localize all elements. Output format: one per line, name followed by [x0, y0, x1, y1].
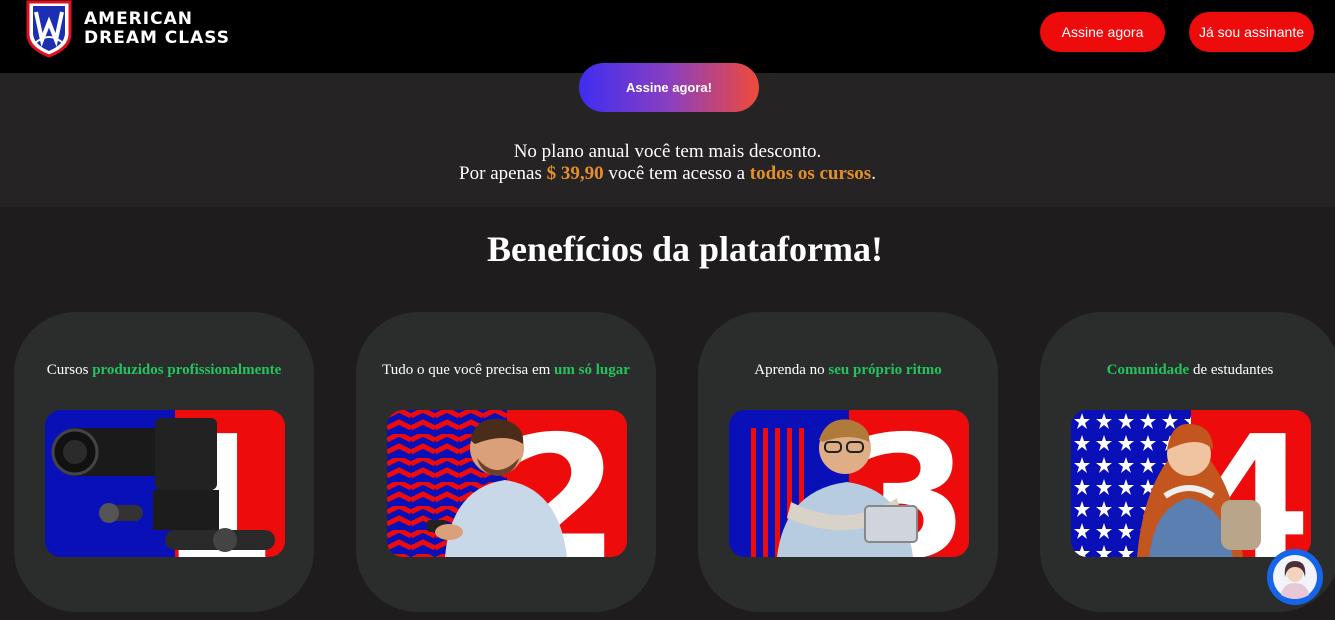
offer-all-courses: todos os cursos: [749, 163, 872, 184]
benefit-card-3: Aprenda no seu próprio ritmo 3: [698, 312, 998, 612]
benefit-card-image-tablet-man: 3: [729, 410, 969, 557]
offer-price: $ 39,90: [546, 163, 604, 184]
subscribe-cta-button[interactable]: Assine agora!: [579, 63, 759, 112]
brand-name: AMERICAN DREAM CLASS: [84, 10, 230, 48]
brand-logo[interactable]: AMERICAN DREAM CLASS: [26, 0, 236, 60]
benefit-card-title-highlight: um só lugar: [554, 362, 630, 378]
offer-line-2: Por apenas $ 39,90 você tem acesso a tod…: [0, 163, 1335, 185]
shield-icon: [26, 0, 72, 58]
benefit-card-image-camera: 1: [45, 410, 285, 557]
benefit-card-title: Cursos produzidos profissionalmente: [14, 362, 314, 379]
benefit-card-title-post: de estudantes: [1189, 362, 1274, 378]
benefit-card-image-phone-man: 2: [387, 410, 627, 557]
subscribe-now-button[interactable]: Assine agora: [1040, 12, 1165, 52]
offer-line-2-pre: Por apenas: [459, 163, 547, 184]
benefit-card-image-student: 4: [1071, 410, 1311, 557]
benefit-card-2: Tudo o que você precisa em um só lugar 2: [356, 312, 656, 612]
benefits-title: Benefícios da plataforma!: [487, 229, 883, 269]
chat-assistant-icon: [1273, 555, 1317, 599]
offer-line-2-mid: você tem acesso a: [603, 163, 750, 184]
benefit-card-title-pre: Cursos: [46, 362, 93, 378]
benefit-card-title-pre: Tudo o que você precisa em: [382, 362, 555, 378]
benefit-card-title-highlight: Comunidade: [1106, 362, 1190, 378]
offer-line-1: No plano anual você tem mais desconto.: [513, 141, 822, 162]
brand-name-line2: DREAM CLASS: [84, 28, 230, 48]
chat-assistant-button[interactable]: [1267, 549, 1323, 605]
benefit-card-title-highlight: seu próprio ritmo: [828, 362, 942, 378]
offer-section: Assine agora! No plano anual você tem ma…: [0, 63, 1335, 207]
benefit-card-title: Aprenda no seu próprio ritmo: [698, 362, 998, 379]
offer-line-2-end: .: [871, 163, 876, 184]
already-subscriber-button[interactable]: Já sou assinante: [1189, 12, 1314, 52]
benefit-card-title: Comunidade de estudantes: [1040, 362, 1335, 379]
brand-name-line1: AMERICAN: [84, 9, 193, 29]
benefit-card-title: Tudo o que você precisa em um só lugar: [356, 362, 656, 379]
benefit-card-title-highlight: produzidos profissionalmente: [92, 362, 282, 378]
benefit-card-title-pre: Aprenda no: [754, 362, 829, 378]
benefit-card-1: Cursos produzidos profissionalmente 1: [14, 312, 314, 612]
